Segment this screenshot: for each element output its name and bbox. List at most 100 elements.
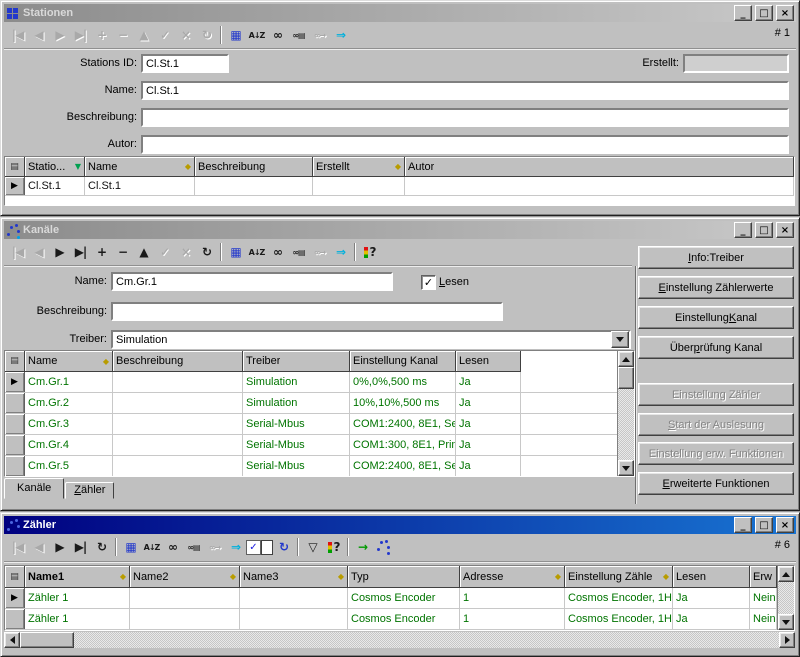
scroll-up-button[interactable] (618, 351, 634, 367)
sort-button[interactable]: A↓Z (246, 242, 267, 262)
table-row[interactable]: Cm.Gr.3Serial-MbusCOM1:2400, 8E1, SeJa (5, 414, 617, 435)
name-input[interactable] (111, 272, 393, 291)
column-header-beschreibung[interactable]: Beschreibung (113, 351, 243, 372)
column-header-name1[interactable]: Name1◆ (25, 566, 130, 588)
column-header-einstellung-z-hle[interactable]: Einstellung Zähle◆ (565, 566, 673, 588)
column-header-adresse[interactable]: Adresse◆ (460, 566, 565, 588)
scrollbar-track[interactable] (778, 582, 794, 614)
grid-corner-button[interactable]: ▤ (5, 157, 25, 177)
minimize-button[interactable]: _ (734, 5, 752, 21)
table-row[interactable]: ▶Cl.St.1Cl.St.1 (5, 177, 794, 196)
scroll-down-button[interactable] (778, 614, 794, 630)
last-record-button[interactable]: ▶| (70, 537, 91, 557)
column-header-lesen[interactable]: Lesen (673, 566, 750, 588)
vertical-scrollbar[interactable] (777, 566, 794, 630)
table-row[interactable]: ▶Cm.Gr.1Simulation0%,0%,500 msJa (5, 372, 617, 393)
vertical-scrollbar[interactable] (617, 351, 634, 476)
grid-corner-button[interactable]: ▤ (5, 351, 25, 372)
column-header-erstellt[interactable]: Erstellt◆ (313, 157, 405, 177)
row-selector[interactable]: ▶ (5, 588, 25, 608)
column-header-einstellung-kanal[interactable]: Einstellung Kanal (350, 351, 456, 372)
insert-record-button[interactable]: + (91, 242, 112, 262)
search-button[interactable]: ∞ (267, 242, 288, 262)
table-row[interactable]: ▶Zähler 1Cosmos Encoder1Cosmos Encoder, … (5, 588, 777, 609)
ueberpruefung-kanal-button[interactable]: Überprüfung Kanal (638, 336, 794, 359)
scrollbar-thumb[interactable] (20, 632, 74, 648)
delete-record-button[interactable]: − (112, 242, 133, 262)
column-header-name[interactable]: Name◆ (25, 351, 113, 372)
info-treiber-button[interactable]: Info:Treiber (638, 246, 794, 269)
next-record-button[interactable]: ▶ (49, 537, 70, 557)
export-button[interactable]: ⇒ (330, 242, 351, 262)
scroll-right-button[interactable] (779, 632, 795, 648)
lesen-checkbox[interactable]: ✓ (421, 275, 436, 290)
edit-record-button[interactable]: ▲ (133, 242, 154, 262)
column-header-erw[interactable]: Erw (750, 566, 777, 588)
filter-button[interactable]: ▽ (302, 537, 323, 557)
row-selector[interactable] (5, 393, 25, 413)
table-row[interactable]: Cm.Gr.4Serial-MbusCOM1:300, 8E1, PrimJa (5, 435, 617, 456)
last-record-button[interactable]: ▶| (70, 242, 91, 262)
help-info-button[interactable]: ? (359, 242, 380, 262)
row-selector[interactable] (5, 456, 25, 476)
search-button[interactable]: ∞ (267, 25, 288, 45)
row-selector[interactable] (5, 414, 25, 434)
column-header-beschreibung[interactable]: Beschreibung (195, 157, 313, 177)
row-selector[interactable] (5, 609, 25, 629)
titlebar-zaehler[interactable]: Zähler _ □ × (4, 516, 796, 534)
autor-input[interactable] (141, 135, 789, 154)
beschreibung-input[interactable] (141, 108, 789, 127)
validate-button[interactable]: ✓ (246, 540, 261, 555)
tab-zaehler[interactable]: Zähler (65, 482, 114, 499)
channels-button[interactable] (373, 537, 394, 557)
dropdown-arrow-button[interactable] (611, 331, 629, 348)
stations-id-input[interactable] (141, 54, 229, 73)
treiber-dropdown[interactable]: Simulation (111, 330, 631, 349)
export-button[interactable]: ⇒ (225, 537, 246, 557)
refresh-button[interactable]: ↻ (91, 537, 112, 557)
column-header-statio-[interactable]: Statio...▼ (25, 157, 85, 177)
beschreibung-input[interactable] (111, 302, 503, 321)
column-header-name2[interactable]: Name2◆ (130, 566, 240, 588)
column-header-lesen[interactable]: Lesen (456, 351, 521, 372)
search-button[interactable]: ∞ (162, 537, 183, 557)
name-input[interactable] (141, 81, 789, 100)
column-header-name[interactable]: Name◆ (85, 157, 195, 177)
sort-button[interactable]: A↓Z (246, 25, 267, 45)
titlebar-kanaele[interactable]: Kanäle _ □ × (4, 221, 796, 239)
row-selector[interactable] (5, 435, 25, 455)
table-row[interactable]: Cm.Gr.2Simulation10%,10%,500 msJa (5, 393, 617, 414)
search-in-grid-button[interactable]: ∞▤ (183, 537, 204, 557)
maximize-button[interactable]: □ (755, 5, 773, 21)
scrollbar-track[interactable] (74, 632, 779, 648)
minimize-button[interactable]: _ (734, 517, 752, 533)
table-row[interactable]: Zähler 1Cosmos Encoder1Cosmos Encoder, 1… (5, 609, 777, 630)
scrollbar-track[interactable] (618, 389, 634, 460)
close-button[interactable]: × (776, 222, 794, 238)
horizontal-scrollbar[interactable] (4, 632, 795, 648)
table-view-button[interactable]: ▦ (225, 242, 246, 262)
table-view-button[interactable]: ▦ (120, 537, 141, 557)
minimize-button[interactable]: _ (734, 222, 752, 238)
help-info-button[interactable]: ? (323, 537, 344, 557)
maximize-button[interactable]: □ (755, 517, 773, 533)
maximize-button[interactable]: □ (755, 222, 773, 238)
einstellung-zaehlerwerte-button[interactable]: Einstellung Zählerwerte (638, 276, 794, 299)
table-view-button[interactable]: ▦ (225, 25, 246, 45)
grid-corner-button[interactable]: ▤ (5, 566, 25, 588)
scrollbar-thumb[interactable] (618, 367, 634, 389)
goto-channel-button[interactable]: → (352, 537, 373, 557)
new-document-button[interactable] (261, 540, 273, 555)
close-button[interactable]: × (776, 5, 794, 21)
einstellung-kanal-button[interactable]: Einstellung Kanal (638, 306, 794, 329)
scroll-up-button[interactable] (778, 566, 794, 582)
next-record-button[interactable]: ▶ (49, 242, 70, 262)
export-button[interactable]: ⇒ (330, 25, 351, 45)
reread-button[interactable]: ↻ (273, 537, 294, 557)
erweiterte-funktionen-button[interactable]: Erweiterte Funktionen (638, 472, 794, 495)
sort-button[interactable]: A↓Z (141, 537, 162, 557)
search-in-grid-button[interactable]: ∞▤ (288, 25, 309, 45)
titlebar-stationen[interactable]: Stationen _ □ × (4, 4, 796, 22)
column-header-treiber[interactable]: Treiber (243, 351, 350, 372)
column-header-autor[interactable]: Autor (405, 157, 794, 177)
